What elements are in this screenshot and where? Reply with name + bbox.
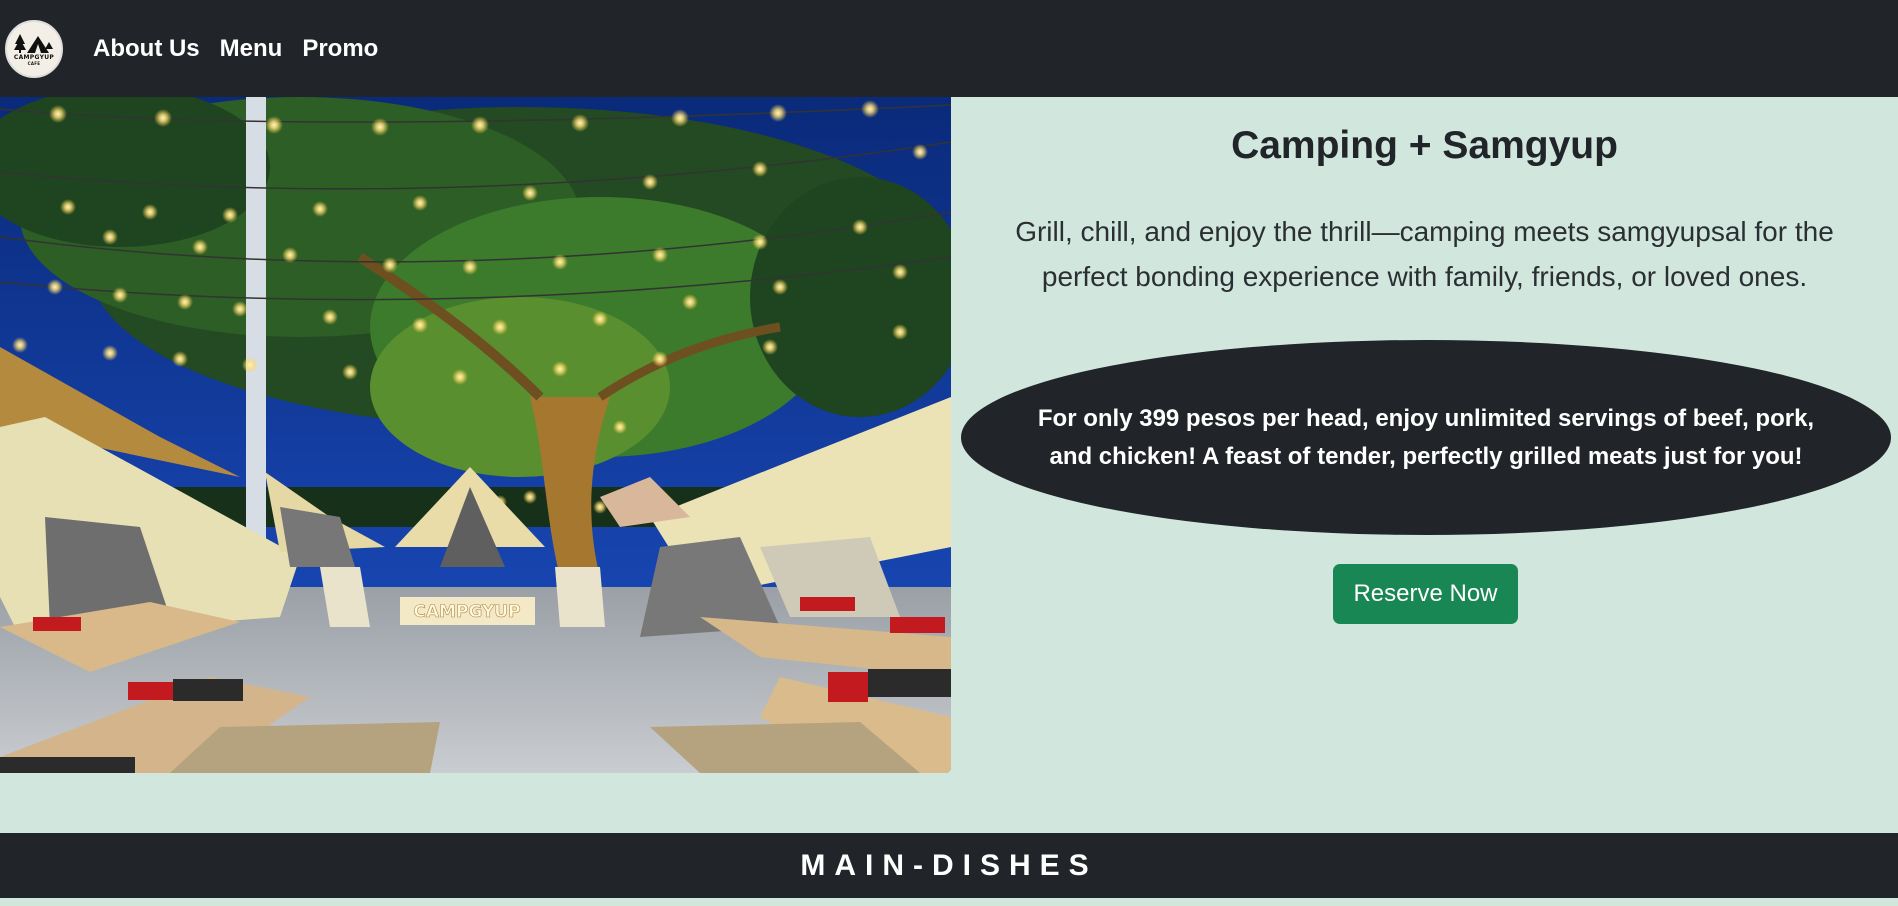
hero-content: Camping + Samgyup Grill, chill, and enjo… [951, 97, 1898, 773]
main-dishes-header: MAIN-DISHES [0, 833, 1898, 898]
reserve-now-button[interactable]: Reserve Now [1333, 564, 1518, 624]
nav-links: About Us Menu Promo [93, 35, 398, 63]
nav-link-menu[interactable]: Menu [220, 35, 283, 63]
hero-description: Grill, chill, and enjoy the thrill—campi… [1015, 216, 1834, 292]
hero-title: Camping + Samgyup [1231, 124, 1618, 167]
section-title: MAIN-DISHES [800, 848, 1098, 882]
navbar: CAMPGYUP CAFE About Us Menu Promo [0, 0, 1898, 97]
campgyup-sign: CAMPGYUP [413, 602, 520, 622]
promo-text: For only 399 pesos per head, enjoy unlim… [1037, 404, 1815, 470]
logo-text: CAMPGYUP [13, 53, 55, 61]
hero-image: CAMPGYUP [0, 97, 951, 773]
logo-subtext: CAFE [27, 60, 41, 66]
nav-link-promo[interactable]: Promo [302, 35, 378, 63]
promo-banner: For only 399 pesos per head, enjoy unlim… [961, 340, 1891, 535]
nav-link-about-us[interactable]: About Us [93, 35, 200, 63]
campsite-night-photo: CAMPGYUP [0, 97, 951, 773]
brand-logo[interactable]: CAMPGYUP CAFE [5, 19, 63, 78]
tent-trees-icon [14, 33, 53, 53]
